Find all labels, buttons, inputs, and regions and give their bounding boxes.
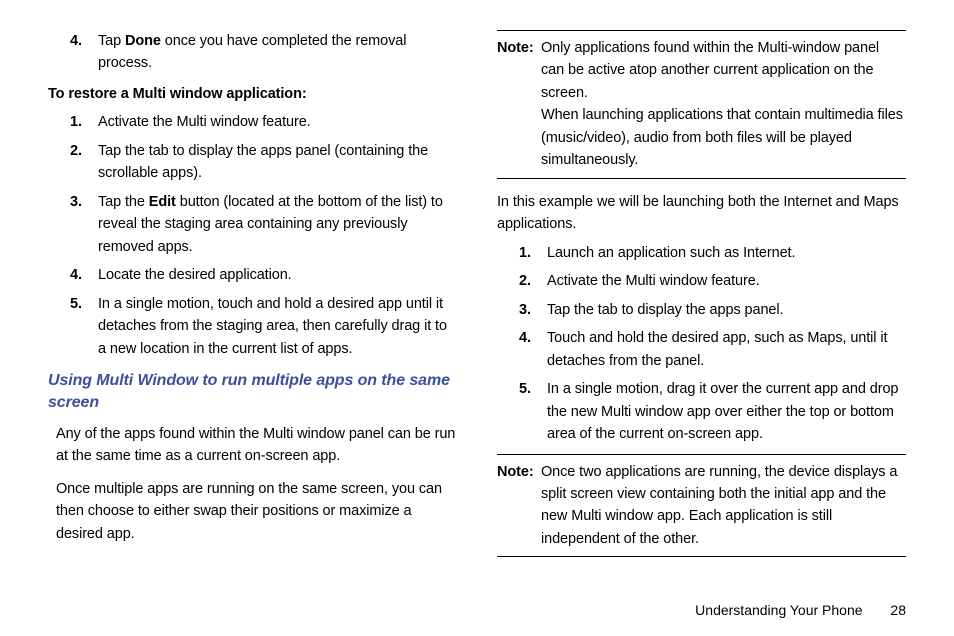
restore-steps: 1. Activate the Multi window feature. 2.… xyxy=(48,111,457,360)
removal-steps-continued: 4. Tap Done once you have completed the … xyxy=(48,30,457,75)
list-item: 1. Activate the Multi window feature. xyxy=(48,111,457,133)
page-number: 28 xyxy=(890,602,906,618)
list-item: 3. Tap the Edit button (located at the b… xyxy=(48,191,457,258)
list-marker: 4. xyxy=(497,327,547,372)
list-marker: 3. xyxy=(497,299,547,321)
list-item: 4. Locate the desired application. xyxy=(48,264,457,286)
footer-section: Understanding Your Phone xyxy=(695,602,862,618)
list-marker: 5. xyxy=(497,378,547,445)
list-marker: 5. xyxy=(48,293,98,360)
list-text: In a single motion, touch and hold a des… xyxy=(98,293,457,360)
section-heading: Using Multi Window to run multiple apps … xyxy=(48,370,457,415)
document-page: 4. Tap Done once you have completed the … xyxy=(0,0,954,636)
list-marker: 4. xyxy=(48,30,98,75)
body-paragraph: In this example we will be launching bot… xyxy=(497,191,906,236)
list-text: Tap the tab to display the apps panel (c… xyxy=(98,140,457,185)
note-body: Once two applications are running, the d… xyxy=(541,461,906,551)
list-text: Touch and hold the desired app, such as … xyxy=(547,327,906,372)
list-item: 5. In a single motion, drag it over the … xyxy=(497,378,906,445)
left-column: 4. Tap Done once you have completed the … xyxy=(48,30,457,569)
note-body: Only applications found within the Multi… xyxy=(541,37,906,172)
edit-label: Edit xyxy=(149,194,176,210)
list-marker: 1. xyxy=(48,111,98,133)
text-fragment: Tap the xyxy=(98,194,149,210)
list-marker: 3. xyxy=(48,191,98,258)
list-marker: 4. xyxy=(48,264,98,286)
list-item: 1. Launch an application such as Interne… xyxy=(497,242,906,264)
right-column: Note: Only applications found within the… xyxy=(497,30,906,569)
list-marker: 1. xyxy=(497,242,547,264)
list-text: In a single motion, drag it over the cur… xyxy=(547,378,906,445)
note-box: Note: Only applications found within the… xyxy=(497,30,906,179)
note-box: Note: Once two applications are running,… xyxy=(497,454,906,558)
list-item: 4. Tap Done once you have completed the … xyxy=(48,30,457,75)
list-text: Activate the Multi window feature. xyxy=(547,270,906,292)
list-marker: 2. xyxy=(497,270,547,292)
list-marker: 2. xyxy=(48,140,98,185)
restore-subheading: To restore a Multi window application: xyxy=(48,83,457,105)
note-line: Only applications found within the Multi… xyxy=(541,37,906,104)
page-footer: Understanding Your Phone 28 xyxy=(695,602,906,618)
list-text: Tap the Edit button (located at the bott… xyxy=(98,191,457,258)
note-label: Note: xyxy=(497,461,541,551)
example-steps: 1. Launch an application such as Interne… xyxy=(497,242,906,446)
list-item: 2. Tap the tab to display the apps panel… xyxy=(48,140,457,185)
list-item: 2. Activate the Multi window feature. xyxy=(497,270,906,292)
list-text: Locate the desired application. xyxy=(98,264,457,286)
body-paragraph: Any of the apps found within the Multi w… xyxy=(56,423,457,468)
note-line: When launching applications that contain… xyxy=(541,104,906,171)
list-text: Tap Done once you have completed the rem… xyxy=(98,30,457,75)
list-item: 4. Touch and hold the desired app, such … xyxy=(497,327,906,372)
note-label: Note: xyxy=(497,37,541,172)
two-column-layout: 4. Tap Done once you have completed the … xyxy=(48,30,906,569)
list-item: 3. Tap the tab to display the apps panel… xyxy=(497,299,906,321)
list-text: Tap the tab to display the apps panel. xyxy=(547,299,906,321)
body-paragraph: Once multiple apps are running on the sa… xyxy=(56,478,457,545)
done-label: Done xyxy=(125,33,161,49)
list-text: Launch an application such as Internet. xyxy=(547,242,906,264)
text-fragment: Tap xyxy=(98,33,125,49)
list-text: Activate the Multi window feature. xyxy=(98,111,457,133)
list-item: 5. In a single motion, touch and hold a … xyxy=(48,293,457,360)
